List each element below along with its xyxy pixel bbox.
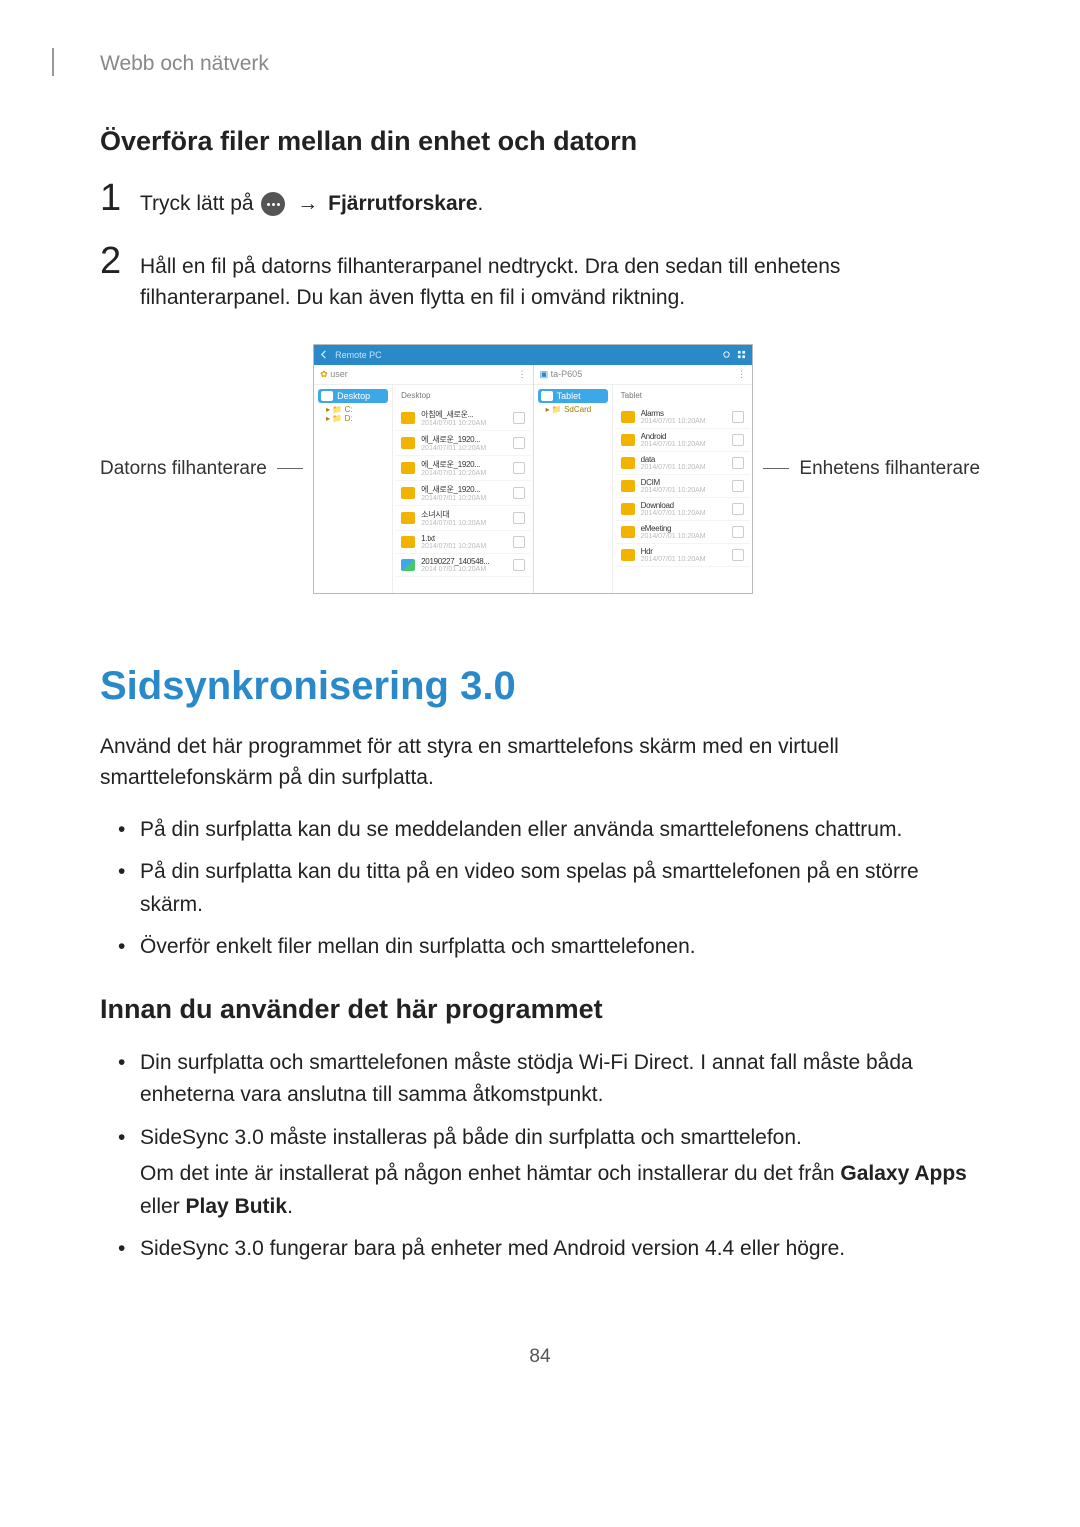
sidebar-item: Tablet (538, 389, 608, 403)
refresh-icon (722, 350, 731, 359)
folder-icon (621, 434, 635, 446)
checkbox-icon (513, 512, 525, 524)
folder-icon (621, 411, 635, 423)
step-2: 2 Håll en fil på datorns filhanterarpane… (100, 242, 980, 314)
intro-text: Använd det här programmet för att styra … (100, 731, 980, 794)
folder-icon (621, 457, 635, 469)
folder-icon (401, 437, 415, 449)
folder-icon (401, 412, 415, 424)
checkbox-icon (732, 549, 744, 561)
checkbox-icon (513, 462, 525, 474)
bullet-item: SideSync 3.0 fungerar bara på enheter me… (100, 1233, 980, 1266)
checkbox-icon (732, 434, 744, 446)
section-title-transfer: Överföra filer mellan din enhet och dato… (100, 126, 980, 157)
file-row: 아침에_새로운...2014/07/01 10:20AM (395, 406, 530, 431)
overflow-icon: ⋮ (737, 369, 746, 380)
step1-text-a: Tryck lätt på (140, 192, 254, 215)
folder-icon (621, 503, 635, 515)
feature-bullets: På din surfplatta kan du se meddelanden … (100, 814, 980, 964)
folder-icon (401, 487, 415, 499)
gear-icon: ✿ (320, 369, 328, 379)
checkbox-icon (513, 536, 525, 548)
prereq-bullets: Din surfplatta och smarttelefonen måste … (100, 1047, 980, 1266)
step-number-2: 2 (100, 242, 140, 280)
figure-right-label: Enhetens filhanterare (799, 458, 980, 480)
folder-icon (401, 536, 415, 548)
checkbox-icon (732, 526, 744, 538)
sidebar-sub: ▸ 📁 C: (318, 405, 388, 414)
heading-sidesync: Sidsynkronisering 3.0 (100, 664, 980, 709)
checkbox-icon (732, 411, 744, 423)
folder-icon (401, 512, 415, 524)
pc-pane: ✿ user ⋮ Desktop ▸ 📁 C: ▸ 📁 D: Desktop 아… (314, 365, 533, 593)
bullet-item: Överför enkelt filer mellan din surfplat… (100, 931, 980, 964)
sidebar-item: Desktop (318, 389, 388, 403)
file-row: 에_새로운_1920...2014/07/01 10:20AM (395, 431, 530, 456)
device-icon: ▣ (540, 369, 549, 379)
app-window-screenshot: Remote PC ✿ user ⋮ (313, 344, 753, 594)
file-row: 20190227_140548...2014 07/01 10:20AM (395, 554, 530, 577)
step2-text: Håll en fil på datorns filhanterarpanel … (140, 245, 980, 314)
checkbox-icon (732, 480, 744, 492)
checkbox-icon (732, 503, 744, 515)
bullet-item: På din surfplatta kan du se meddelanden … (100, 814, 980, 847)
folder-icon (401, 462, 415, 474)
back-icon (320, 350, 329, 359)
file-row: 에_새로운_1920...2014/07/01 10:20AM (395, 481, 530, 506)
overflow-icon: ⋮ (518, 369, 527, 380)
checkbox-icon (513, 437, 525, 449)
page-number: 84 (100, 1346, 980, 1368)
header-category: Webb och nätverk (100, 52, 269, 76)
sidebar-sub: ▸ 📁 D: (318, 414, 388, 423)
more-options-icon (261, 192, 285, 216)
grid-icon (737, 350, 746, 359)
device-pane: ▣ ta-P605 ⋮ Tablet ▸ 📁 SdCard Tablet Ala… (534, 365, 752, 593)
callout-line-right (763, 468, 789, 469)
file-row: DCIM2014/07/01 10:20AM (615, 475, 750, 498)
file-row: Android2014/07/01 10:20AM (615, 429, 750, 452)
page-header-mark: Webb och nätverk (52, 48, 980, 76)
folder-icon (621, 549, 635, 561)
arrow-icon: → (297, 192, 318, 215)
figure-left-label: Datorns filhanterare (100, 458, 267, 480)
file-row: eMeeting2014/07/01 10:20AM (615, 521, 750, 544)
folder-icon (401, 559, 415, 571)
file-row: 소녀시대2014/07/01 10:20AM (395, 506, 530, 531)
checkbox-icon (513, 487, 525, 499)
folder-icon (621, 480, 635, 492)
folder-icon (621, 526, 635, 538)
step-number-1: 1 (100, 179, 140, 217)
bullet-item: På din surfplatta kan du titta på en vid… (100, 856, 980, 921)
file-row: Hdr2014/07/01 10:20AM (615, 544, 750, 567)
checkbox-icon (513, 412, 525, 424)
file-row: 에_새로운_1920...2014/07/01 10:20AM (395, 456, 530, 481)
app-titlebar: Remote PC (314, 345, 752, 365)
step-1: 1 Tryck lätt på → Fjärrutforskare. (100, 179, 980, 220)
callout-line-left (277, 468, 303, 469)
figure-file-manager: Datorns filhanterare Remote PC (100, 344, 980, 594)
bullet-item: Din surfplatta och smarttelefonen måste … (100, 1047, 980, 1112)
file-row: 1.txt2014/07/01 10:20AM (395, 531, 530, 554)
file-row: Alarms2014/07/01 10:20AM (615, 406, 750, 429)
step1-bold: Fjärrutforskare (328, 192, 477, 215)
checkbox-icon (513, 559, 525, 571)
sidebar-sub: ▸ 📁 SdCard (538, 405, 608, 414)
checkbox-icon (732, 457, 744, 469)
subheading-before-use: Innan du använder det här programmet (100, 994, 980, 1025)
file-row: Download2014/07/01 10:20AM (615, 498, 750, 521)
titlebar-text: Remote PC (335, 350, 382, 360)
bullet-item: SideSync 3.0 måste installeras på både d… (100, 1122, 980, 1224)
file-row: data2014/07/01 10:20AM (615, 452, 750, 475)
